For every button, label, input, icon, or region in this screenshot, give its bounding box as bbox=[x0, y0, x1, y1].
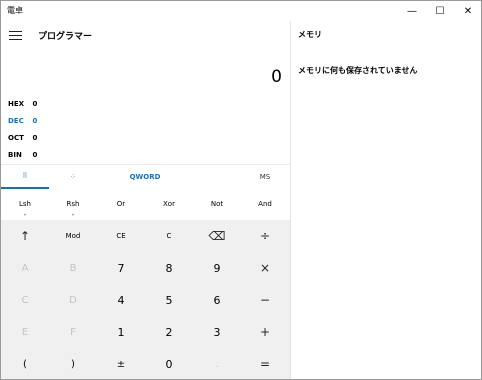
radix-value: 0 bbox=[32, 117, 38, 125]
shift-up-button[interactable]: ↑ bbox=[1, 220, 49, 252]
tab-full-keypad[interactable]: ⠿ bbox=[1, 165, 49, 189]
bitop-label: And bbox=[258, 200, 272, 208]
radix-value: 0 bbox=[32, 134, 38, 142]
shift-indicator-icon: • bbox=[23, 212, 27, 219]
memory-store-button[interactable]: MS bbox=[241, 165, 289, 189]
digit-0-button[interactable]: 0 bbox=[145, 348, 193, 380]
digit-8-button[interactable]: 8 bbox=[145, 252, 193, 284]
radix-value: 0 bbox=[32, 100, 38, 108]
digit-3-button[interactable]: 3 bbox=[193, 316, 241, 348]
memory-pane: メモリ メモリに何も保存されていません bbox=[291, 21, 481, 379]
mod-button[interactable]: Mod bbox=[49, 220, 97, 252]
decimal-button[interactable]: . bbox=[193, 348, 241, 380]
close-icon: ✕ bbox=[463, 5, 473, 17]
keypad-tabs: ⠿ ⁘ QWORD MS bbox=[1, 164, 290, 189]
add-button[interactable]: + bbox=[241, 316, 289, 348]
radix-label: OCT bbox=[8, 134, 24, 142]
backspace-button[interactable]: ⌫ bbox=[193, 220, 241, 252]
digit-5-button[interactable]: 5 bbox=[145, 284, 193, 316]
memory-empty-message: メモリに何も保存されていません bbox=[298, 66, 418, 75]
hex-e-button[interactable]: E bbox=[1, 316, 49, 348]
digit-7-button[interactable]: 7 bbox=[97, 252, 145, 284]
radix-bin[interactable]: BIN 0 bbox=[8, 151, 37, 159]
subtract-button[interactable]: − bbox=[241, 284, 289, 316]
radix-label: BIN bbox=[8, 151, 22, 159]
tab-bit-toggle[interactable]: ⁘ bbox=[49, 165, 97, 189]
radix-hex[interactable]: HEX 0 bbox=[8, 100, 37, 108]
memory-title: メモリ bbox=[298, 30, 322, 39]
hex-b-button[interactable]: B bbox=[49, 252, 97, 284]
word-size-button[interactable]: QWORD bbox=[121, 165, 169, 189]
close-paren-button[interactable]: ) bbox=[49, 348, 97, 380]
shift-indicator-icon: • bbox=[71, 212, 75, 219]
bit-toggle-icon: ⁘ bbox=[70, 173, 76, 181]
negate-button[interactable]: ± bbox=[97, 348, 145, 380]
bitop-label: Rsh bbox=[66, 200, 80, 208]
digit-4-button[interactable]: 4 bbox=[97, 284, 145, 316]
digit-2-button[interactable]: 2 bbox=[145, 316, 193, 348]
radix-label: DEC bbox=[8, 117, 24, 125]
window-title: 電卓 bbox=[7, 6, 23, 15]
hex-d-button[interactable]: D bbox=[49, 284, 97, 316]
digit-6-button[interactable]: 6 bbox=[193, 284, 241, 316]
bitop-label: Or bbox=[116, 200, 126, 208]
equals-button[interactable]: = bbox=[241, 348, 289, 380]
radix-oct[interactable]: OCT 0 bbox=[8, 134, 37, 142]
bitop-label: Xor bbox=[163, 200, 175, 208]
result-display: 0 bbox=[271, 67, 282, 87]
digit-9-button[interactable]: 9 bbox=[193, 252, 241, 284]
radix-dec[interactable]: DEC 0 bbox=[8, 117, 37, 125]
hamburger-menu-icon[interactable] bbox=[9, 30, 23, 40]
minimize-button[interactable]: — bbox=[398, 1, 426, 21]
bitop-label: Not bbox=[210, 200, 224, 208]
radix-label: HEX bbox=[8, 100, 25, 108]
clear-button[interactable]: C bbox=[145, 220, 193, 252]
hex-a-button[interactable]: A bbox=[1, 252, 49, 284]
open-paren-button[interactable]: ( bbox=[1, 348, 49, 380]
digit-1-button[interactable]: 1 bbox=[97, 316, 145, 348]
radix-value: 0 bbox=[32, 151, 38, 159]
keypad-grid-icon: ⠿ bbox=[22, 172, 28, 180]
calculator-window: 電卓 — ☐ ✕ プログラマー 0 HEX 0 DEC 0 OCT 0 BIN bbox=[0, 0, 482, 380]
keypad: ↑ Mod CE C ⌫ ÷ A B 7 8 9 × C D 4 5 6− E F 1 2 3 +() ±0. = bbox=[1, 220, 290, 379]
clear-entry-button[interactable]: CE bbox=[97, 220, 145, 252]
maximize-button[interactable]: ☐ bbox=[426, 1, 454, 21]
minimize-icon: — bbox=[407, 5, 417, 17]
divide-button[interactable]: ÷ bbox=[241, 220, 289, 252]
close-button[interactable]: ✕ bbox=[454, 1, 482, 21]
bitop-label: Lsh bbox=[19, 200, 31, 208]
multiply-button[interactable]: × bbox=[241, 252, 289, 284]
title-bar: 電卓 — ☐ ✕ bbox=[1, 1, 481, 21]
hex-f-button[interactable]: F bbox=[49, 316, 97, 348]
maximize-icon: ☐ bbox=[435, 5, 445, 17]
hex-c-button[interactable]: C bbox=[1, 284, 49, 316]
mode-title: プログラマー bbox=[38, 32, 93, 42]
